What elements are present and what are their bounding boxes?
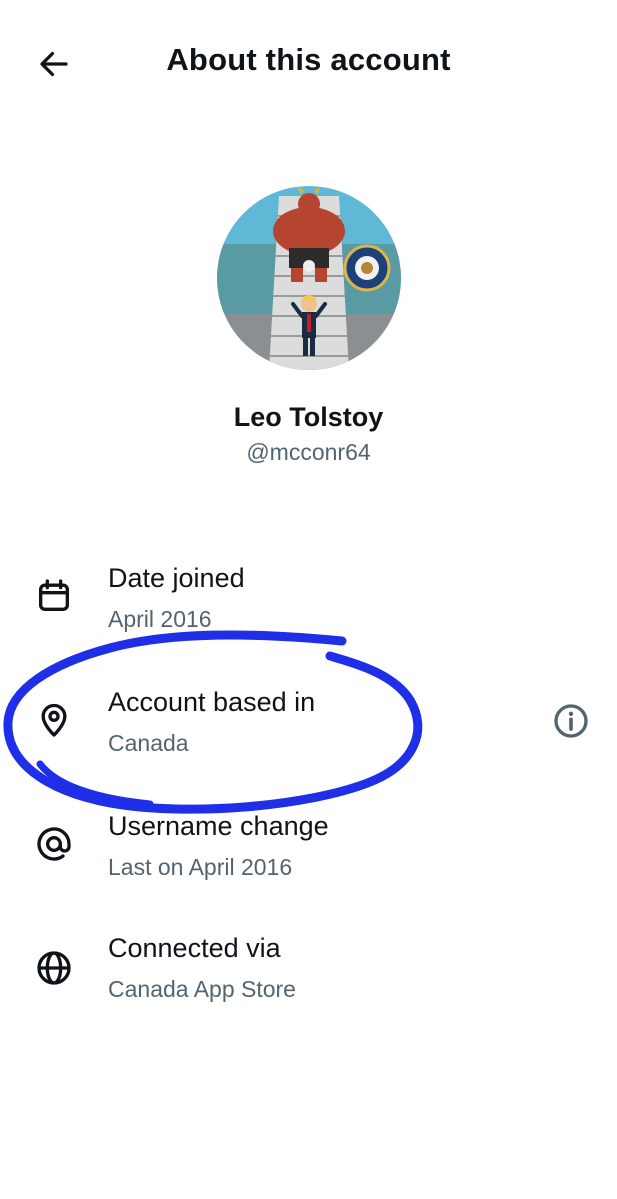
detail-label: Username change <box>108 811 329 841</box>
detail-value: Canada App Store <box>108 976 296 1002</box>
detail-row-username-change: Username change Last on April 2016 <box>0 808 617 908</box>
detail-label: Account based in <box>108 687 316 717</box>
detail-label: Date joined <box>108 563 245 593</box>
avatar[interactable] <box>217 186 401 370</box>
info-icon <box>554 704 588 738</box>
calendar-icon <box>30 572 78 620</box>
detail-row-account-based-in: Account based in Canada <box>0 684 617 784</box>
info-button[interactable] <box>547 697 595 745</box>
profile-handle: @mcconr64 <box>246 439 371 465</box>
profile-name: Leo Tolstoy <box>233 402 384 432</box>
location-pin-icon <box>30 696 78 744</box>
detail-row-date-joined: Date joined April 2016 <box>0 560 617 660</box>
detail-value: April 2016 <box>108 606 212 632</box>
at-sign-icon <box>30 820 78 868</box>
detail-value: Last on April 2016 <box>108 854 293 880</box>
globe-icon <box>30 944 78 992</box>
detail-value: Canada <box>108 730 189 756</box>
detail-label: Connected via <box>108 933 281 963</box>
detail-row-connected-via: Connected via Canada App Store <box>0 930 617 1030</box>
page-title: About this account <box>166 42 451 77</box>
